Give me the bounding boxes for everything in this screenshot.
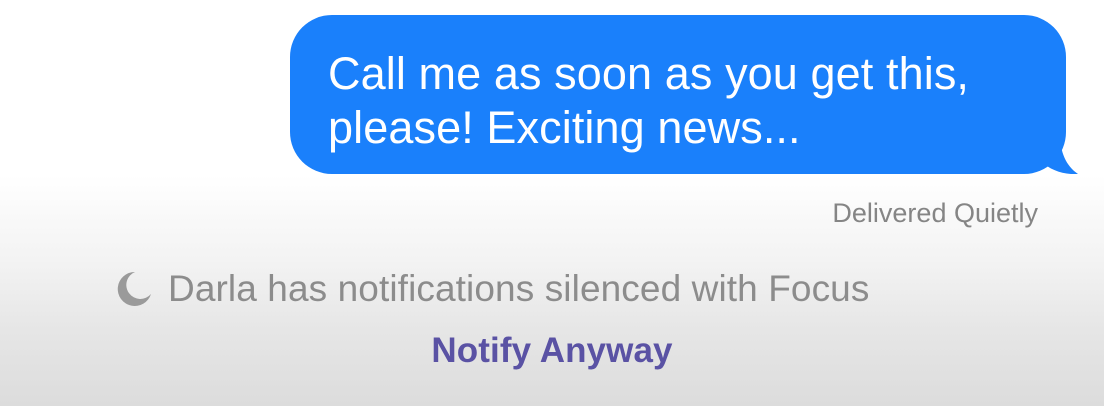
bubble-tail <box>1038 134 1078 174</box>
message-text: Call me as soon as you get this, please!… <box>328 47 1030 155</box>
message-line-2: please! Exciting news... <box>328 102 801 153</box>
focus-notice: Darla has notifications silenced with Fo… <box>114 268 869 310</box>
delivery-status: Delivered Quietly <box>832 198 1038 228</box>
message-line-1: Call me as soon as you get this, <box>328 48 970 99</box>
focus-notice-text: Darla has notifications silenced with Fo… <box>168 268 870 309</box>
moon-icon <box>117 271 151 306</box>
message-bubble[interactable]: Call me as soon as you get this, please!… <box>290 15 1078 174</box>
notify-anyway-button[interactable]: Notify Anyway <box>0 331 1104 371</box>
